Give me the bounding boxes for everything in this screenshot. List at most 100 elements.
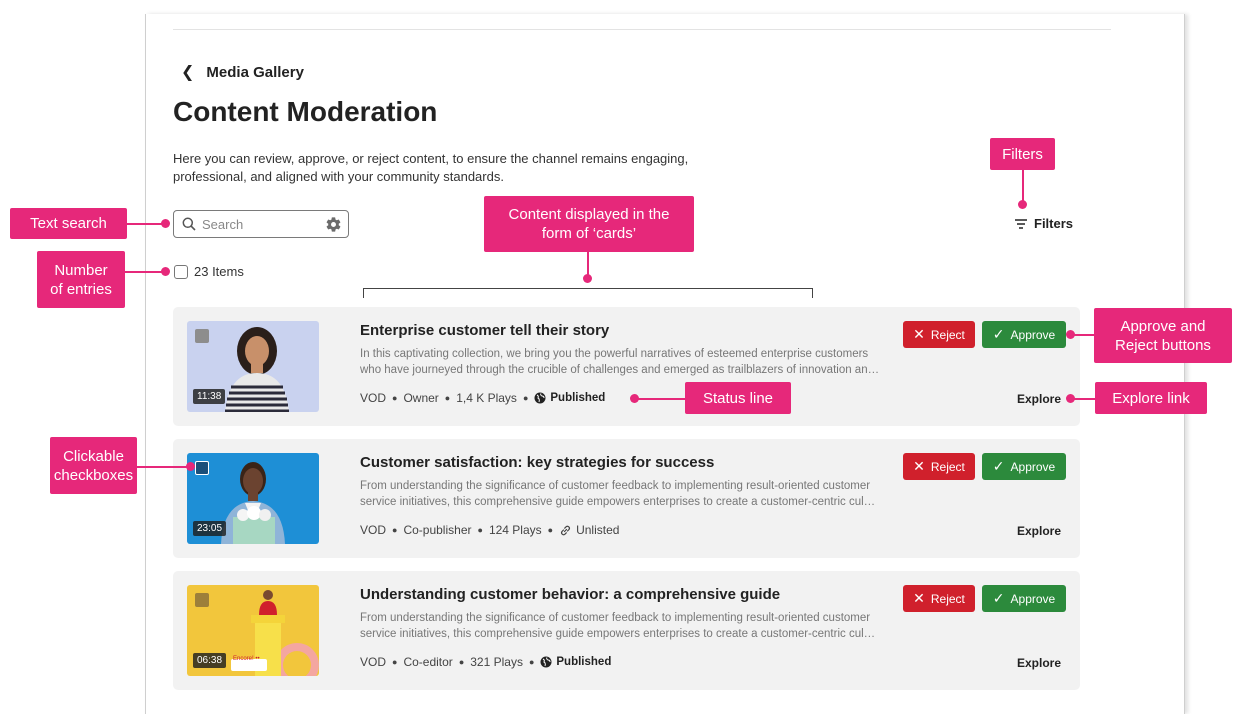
chevron-left-icon[interactable]: ❮ <box>181 62 194 82</box>
explore-link[interactable]: Explore <box>1017 392 1061 406</box>
check-icon: ✓ <box>992 326 1005 342</box>
filters-label[interactable]: Filters <box>1034 216 1073 231</box>
card-title[interactable]: Customer satisfaction: key strategies fo… <box>360 454 714 471</box>
status-line: VOD ● Co-editor ● 321 Plays ● Published <box>360 655 611 669</box>
content-card: 23:05 Customer satisfaction: key strateg… <box>173 439 1080 558</box>
user-role: Co-publisher <box>403 523 472 537</box>
thumbnail-caption: Encore! •• <box>233 656 260 662</box>
reject-label[interactable]: Reject <box>931 592 965 606</box>
status-badge: Published <box>534 392 605 404</box>
close-icon: ✕ <box>913 458 925 474</box>
card-description: From understanding the significance of c… <box>360 478 888 510</box>
card-description-line: service initiatives, this comprehensive … <box>360 496 876 508</box>
annotation-dot <box>583 274 592 283</box>
gear-icon[interactable] <box>325 216 342 233</box>
annotation-dot <box>161 267 170 276</box>
breadcrumb[interactable]: ❮ Media Gallery <box>181 62 304 82</box>
user-role: Owner <box>403 391 439 405</box>
duration-badge: 23:05 <box>193 521 227 536</box>
card-description: In this captivating collection, we bring… <box>360 346 888 378</box>
search-placeholder[interactable]: Search <box>202 217 325 232</box>
separator-dot: ● <box>392 525 398 535</box>
close-icon: ✕ <box>913 326 925 342</box>
annotation-connector <box>1022 170 1024 202</box>
approve-label[interactable]: Approve <box>1011 460 1056 474</box>
items-count: 23 Items <box>194 264 244 279</box>
explore-link[interactable]: Explore <box>1017 656 1061 670</box>
check-icon: ✓ <box>992 590 1005 606</box>
content-card: 11:38 Enterprise customer tell their sto… <box>173 307 1080 426</box>
select-all-checkbox[interactable] <box>174 264 188 279</box>
duration-badge: 06:38 <box>193 653 227 668</box>
annotation-status-line: Status line <box>685 382 791 414</box>
globe-icon <box>540 656 552 668</box>
separator-dot: ● <box>458 657 465 667</box>
page-description: Here you can review, approve, or reject … <box>173 151 689 184</box>
annotation-text-search: Text search <box>10 208 127 239</box>
search-icon <box>182 217 196 231</box>
reject-button[interactable]: ✕ Reject <box>903 585 975 612</box>
plays-count: 321 Plays <box>470 655 523 669</box>
plays-count: 1,4 K Plays <box>456 391 517 405</box>
reject-label[interactable]: Reject <box>931 328 965 342</box>
card-description-line: In this captivating collection, we bring… <box>360 348 869 360</box>
separator-dot: ● <box>392 393 398 403</box>
annotation-cards: Content displayed in the form of ‘cards’ <box>484 196 694 252</box>
separator-dot: ● <box>547 525 554 535</box>
card-description-line: who have journeyed through the crucible … <box>360 364 880 376</box>
card-description: From understanding the significance of c… <box>360 610 888 642</box>
separator-dot: ● <box>528 657 535 667</box>
status-line: VOD ● Co-publisher ● 124 Plays ● Unlisted <box>360 523 619 537</box>
filters-button[interactable]: Filters <box>1014 216 1073 231</box>
annotation-filters: Filters <box>990 138 1055 170</box>
thumbnail[interactable]: 11:38 <box>187 321 319 412</box>
annotation-dot <box>161 219 170 228</box>
card-checkbox[interactable] <box>195 461 209 475</box>
select-all[interactable]: 23 Items <box>174 264 244 279</box>
media-type: VOD <box>360 391 387 405</box>
card-description-line: From understanding the significance of c… <box>360 612 871 624</box>
reject-button[interactable]: ✕ Reject <box>903 453 975 480</box>
header-divider <box>173 29 1111 30</box>
explore-link[interactable]: Explore <box>1017 524 1061 538</box>
card-title[interactable]: Enterprise customer tell their story <box>360 322 609 339</box>
annotation-connector <box>638 398 685 400</box>
annotation-connector <box>137 466 189 468</box>
breadcrumb-label[interactable]: Media Gallery <box>206 64 304 81</box>
approve-label[interactable]: Approve <box>1011 592 1056 606</box>
globe-icon <box>534 392 546 404</box>
thumbnail[interactable]: 23:05 <box>187 453 319 544</box>
thumbnail[interactable]: 06:38 Encore! •• <box>187 585 319 676</box>
content-card: 06:38 Encore! •• Understanding customer … <box>173 571 1080 690</box>
status-text: Unlisted <box>576 523 620 537</box>
separator-dot: ● <box>444 393 451 403</box>
separator-dot: ● <box>522 393 529 403</box>
reject-button[interactable]: ✕ Reject <box>903 321 975 348</box>
reject-label[interactable]: Reject <box>931 460 965 474</box>
annotation-number-of-entries: Number of entries <box>37 251 125 308</box>
media-type: VOD <box>360 523 387 537</box>
status-text: Published <box>556 656 612 668</box>
annotation-dot <box>1018 200 1027 209</box>
page-title: Content Moderation <box>173 96 438 127</box>
link-icon <box>561 525 571 535</box>
card-checkbox[interactable] <box>195 593 209 607</box>
approve-label[interactable]: Approve <box>1011 328 1056 342</box>
filter-icon <box>1015 218 1027 229</box>
annotation-dot <box>1066 330 1075 339</box>
check-icon: ✓ <box>992 458 1005 474</box>
status-text: Published <box>550 392 606 404</box>
status-badge: Published <box>540 656 611 668</box>
search-input[interactable]: Search <box>173 210 349 238</box>
card-title[interactable]: Understanding customer behavior: a compr… <box>360 586 780 603</box>
media-type: VOD <box>360 655 387 669</box>
approve-button[interactable]: ✓ Approve <box>982 585 1066 612</box>
card-checkbox[interactable] <box>195 329 209 343</box>
annotation-connector <box>1072 398 1095 400</box>
status-badge: Unlisted <box>559 523 619 537</box>
annotation-checkboxes: Clickable checkboxes <box>50 437 137 494</box>
user-role: Co-editor <box>403 655 453 669</box>
approve-button[interactable]: ✓ Approve <box>982 453 1066 480</box>
approve-button[interactable]: ✓ Approve <box>982 321 1066 348</box>
annotation-dot <box>630 394 639 403</box>
